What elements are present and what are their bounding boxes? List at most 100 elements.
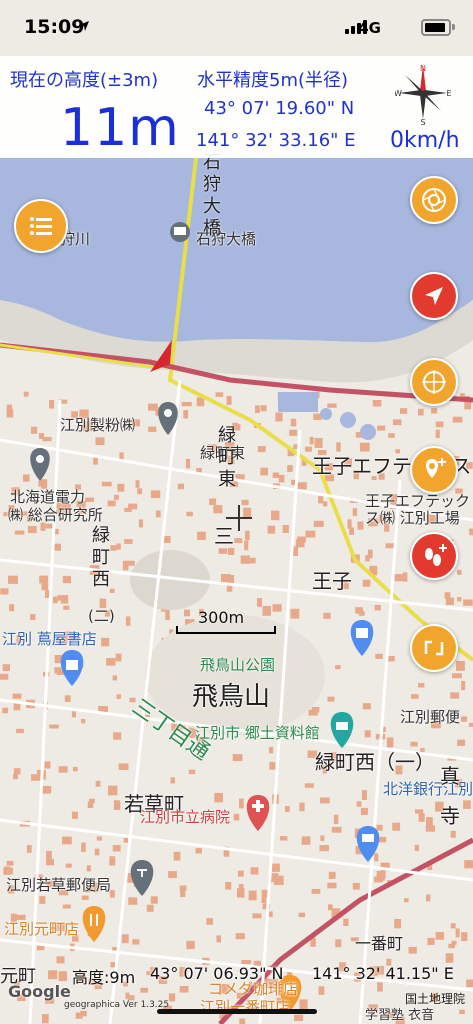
target-longitude: 141° 32' 41.15" E bbox=[312, 964, 454, 983]
building-block bbox=[362, 703, 371, 710]
building-block bbox=[331, 826, 342, 833]
building-block bbox=[9, 604, 15, 612]
longitude-value: 141° 32' 33.16" E bbox=[196, 130, 356, 151]
building-block bbox=[415, 809, 424, 814]
building-block bbox=[327, 403, 337, 408]
building-block bbox=[260, 467, 268, 476]
current-location-button[interactable] bbox=[410, 272, 458, 320]
tank-1 bbox=[320, 408, 332, 420]
tank-2 bbox=[340, 412, 356, 428]
building-block bbox=[459, 1009, 465, 1014]
building-block bbox=[444, 592, 451, 599]
building-block bbox=[44, 761, 51, 769]
building-block bbox=[71, 711, 76, 718]
building-block bbox=[287, 465, 293, 472]
building-block bbox=[216, 935, 221, 943]
scale-bar: 300m bbox=[176, 608, 276, 634]
building-block bbox=[455, 928, 460, 938]
building-block bbox=[54, 667, 62, 674]
tank-3 bbox=[360, 424, 376, 440]
building-block bbox=[460, 716, 468, 722]
label-asukayama: 飛鳥山 bbox=[192, 682, 271, 712]
building-block bbox=[95, 437, 105, 445]
building-block bbox=[427, 937, 435, 945]
building-block bbox=[289, 429, 298, 436]
building-block bbox=[377, 425, 386, 431]
building-block bbox=[31, 426, 38, 434]
compass-n: N bbox=[420, 64, 426, 73]
pin-ishikari-ohashi-icon bbox=[170, 222, 190, 242]
building-block bbox=[457, 739, 466, 746]
building-block bbox=[425, 825, 435, 832]
building-block bbox=[392, 419, 402, 426]
label-midorimachi-higashi-vertical: 緑町東 bbox=[215, 425, 236, 491]
building-block bbox=[250, 867, 259, 875]
center-target-button[interactable] bbox=[410, 358, 458, 406]
building-block bbox=[234, 538, 243, 543]
building-block bbox=[297, 482, 307, 490]
building-block bbox=[299, 802, 305, 812]
building-block bbox=[318, 986, 325, 995]
building-block bbox=[53, 596, 58, 604]
label-shin: 真 bbox=[440, 764, 460, 788]
building-block bbox=[408, 946, 417, 954]
menu-button[interactable] bbox=[14, 199, 68, 253]
building-block bbox=[229, 575, 235, 583]
building-block bbox=[140, 987, 148, 993]
building-block bbox=[297, 536, 306, 543]
building-block bbox=[304, 783, 314, 788]
building-block bbox=[113, 800, 121, 810]
building-block bbox=[65, 863, 72, 868]
building-block bbox=[58, 766, 68, 773]
building-block bbox=[62, 575, 71, 584]
building-block bbox=[101, 481, 112, 487]
location-arrow-icon bbox=[79, 21, 89, 31]
building-block bbox=[213, 505, 223, 514]
route-toggle-button[interactable] bbox=[410, 624, 458, 672]
building-block bbox=[261, 898, 267, 903]
building-block bbox=[328, 871, 336, 879]
building-block bbox=[81, 895, 89, 900]
building-block bbox=[269, 761, 276, 770]
building-block bbox=[64, 695, 71, 702]
building-block bbox=[165, 610, 170, 621]
building-block bbox=[155, 510, 161, 518]
building-block bbox=[426, 894, 431, 902]
add-place-marker-button[interactable] bbox=[410, 446, 458, 494]
building-block bbox=[360, 807, 368, 815]
map-center-crosshair bbox=[226, 505, 252, 531]
building-block bbox=[319, 845, 329, 852]
building-block bbox=[245, 530, 250, 540]
building-block bbox=[2, 707, 9, 714]
footprint-track-button[interactable] bbox=[410, 532, 458, 580]
building-block bbox=[13, 768, 21, 775]
building-block bbox=[404, 898, 409, 903]
compass-icon[interactable]: N S E W bbox=[395, 61, 451, 125]
building-block bbox=[135, 480, 140, 488]
building-block bbox=[132, 939, 140, 945]
building-block bbox=[206, 918, 213, 925]
building-block bbox=[445, 953, 454, 963]
building-block bbox=[124, 539, 133, 544]
building-block bbox=[71, 811, 78, 819]
crosshair-target-icon bbox=[422, 370, 446, 394]
building-block bbox=[107, 500, 116, 507]
building-block bbox=[118, 763, 129, 770]
building-block bbox=[394, 919, 402, 929]
layer-overlay-button[interactable] bbox=[410, 176, 458, 224]
building-block bbox=[218, 548, 228, 554]
compass-s: S bbox=[420, 118, 425, 125]
building-block bbox=[298, 912, 306, 918]
home-indicator[interactable] bbox=[157, 1009, 317, 1014]
label-midorimachi-nishi-ichi: 緑町西（一） bbox=[315, 750, 435, 774]
latitude-value: 43° 07' 19.60" N bbox=[204, 98, 355, 119]
list-menu-icon bbox=[30, 217, 52, 235]
building-block bbox=[233, 813, 240, 821]
building-block bbox=[13, 773, 18, 780]
building-block bbox=[23, 391, 29, 397]
building-block bbox=[2, 664, 11, 671]
building-block bbox=[113, 732, 122, 740]
building-block bbox=[335, 665, 341, 670]
building-block bbox=[418, 683, 425, 688]
building-block bbox=[116, 694, 121, 699]
